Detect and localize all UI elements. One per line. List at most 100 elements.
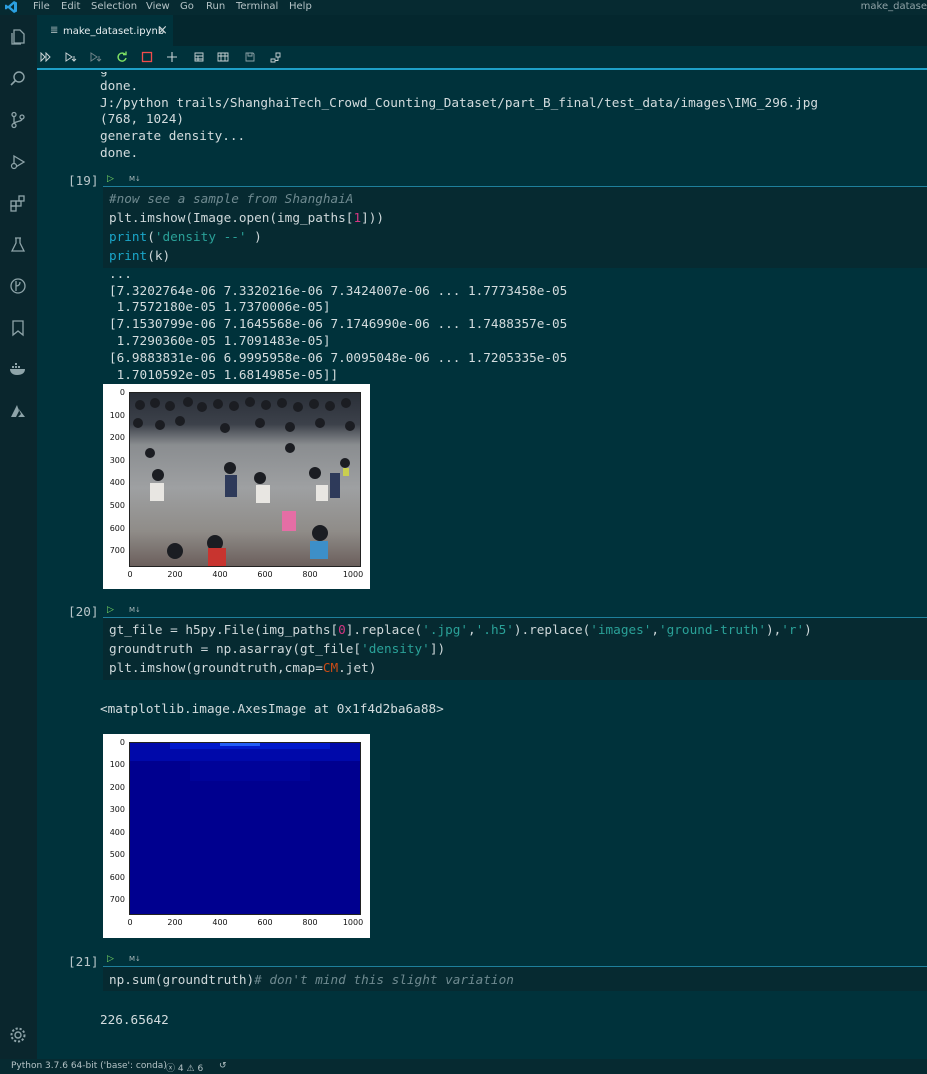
run-above-icon[interactable]	[64, 50, 78, 64]
run-debug-icon[interactable]	[7, 151, 29, 173]
x-tick-label: 200	[167, 918, 183, 927]
x-tick-label: 600	[257, 570, 273, 579]
cell-output-line: <matplotlib.image.AxesImage at 0x1f4d2ba…	[100, 701, 444, 716]
y-tick-label: 0	[119, 388, 125, 397]
menu-terminal[interactable]: Terminal	[236, 1, 278, 12]
code-string: '.jpg'	[422, 622, 469, 637]
menu-file[interactable]: File	[33, 1, 50, 12]
cell-toolbar: ▷ M↓	[107, 605, 927, 617]
code-number: 1	[353, 210, 362, 225]
x-tick-label: 400	[212, 570, 228, 579]
run-cell-icon[interactable]: ▷	[107, 174, 114, 184]
code-token: plt.imshow(groundtruth,cmap=	[109, 660, 323, 675]
code-line: np.sum(groundtruth)# don't mind this sli…	[109, 971, 514, 988]
variables-icon[interactable]	[192, 50, 206, 64]
cell-execution-count: [21]	[68, 954, 99, 969]
cell-output-line: ...	[109, 266, 132, 281]
run-all-icon[interactable]	[39, 50, 53, 64]
menu-run[interactable]: Run	[206, 1, 225, 12]
tab-label: make_dataset.ipynb	[63, 26, 165, 37]
testing-flask-icon[interactable]	[7, 234, 29, 256]
code-token: .jet)	[338, 660, 377, 675]
status-bar: Python 3.7.6 64-bit ('base': conda) ⓧ 4 …	[0, 1059, 927, 1074]
source-control-icon[interactable]	[7, 109, 29, 131]
x-tick-label: 400	[212, 918, 228, 927]
code-string: 'r'	[781, 622, 805, 637]
code-line: groundtruth = np.asarray(gt_file['densit…	[109, 640, 445, 657]
vscode-window: File Edit Selection View Go Run Terminal…	[0, 0, 927, 1074]
x-tick-label: 0	[127, 570, 133, 579]
explorer-icon[interactable]	[7, 26, 29, 48]
code-line: print('density --' )	[109, 228, 262, 245]
menu-edit[interactable]: Edit	[61, 1, 80, 12]
history-icon[interactable]: ↺	[219, 1061, 227, 1071]
azure-icon[interactable]	[7, 400, 29, 422]
code-keyword: print	[109, 229, 148, 244]
code-line: gt_file = h5py.File(img_paths[0].replace…	[109, 621, 812, 638]
code-comment: #now see a sample from ShanghaiA	[109, 191, 354, 206]
notebook-file-icon: ≣	[50, 25, 59, 36]
close-tab-icon[interactable]: ×	[157, 23, 168, 38]
code-identifier: CM	[322, 660, 339, 675]
menu-selection[interactable]: Selection	[91, 1, 137, 12]
x-tick-label: 0	[127, 918, 133, 927]
markdown-toggle[interactable]: M↓	[129, 175, 141, 183]
cell-toolbar: ▷ M↓	[107, 174, 927, 186]
code-cell-20[interactable]: gt_file = h5py.File(img_paths[0].replace…	[103, 617, 927, 680]
save-icon[interactable]	[243, 50, 257, 64]
cell-output-line: 1.7572180e-05 1.7370006e-05]	[109, 299, 331, 314]
markdown-toggle[interactable]: M↓	[129, 606, 141, 614]
code-cell-19[interactable]: #now see a sample from ShanghaiA plt.ims…	[103, 186, 927, 268]
search-icon[interactable]	[7, 68, 29, 90]
x-tick-label: 600	[257, 918, 273, 927]
problems-indicator[interactable]: ⓧ 4 ⚠ 6	[166, 1061, 203, 1074]
run-cell-icon[interactable]: ▷	[107, 954, 114, 964]
x-tick-label: 800	[302, 570, 318, 579]
y-tick-label: 100	[109, 760, 125, 769]
error-icon: ⓧ	[166, 1064, 176, 1074]
extensions-icon[interactable]	[7, 192, 29, 214]
tab-make-dataset[interactable]: ≣ make_dataset.ipynb ×	[37, 15, 173, 46]
y-tick-label: 200	[109, 783, 125, 792]
warning-count: 6	[197, 1064, 204, 1074]
cell-output-line: [7.3202764e-06 7.3320216e-06 7.3424007e-…	[109, 283, 568, 298]
code-line: print(k)	[109, 247, 170, 264]
menu-help[interactable]: Help	[289, 1, 312, 12]
menu-view[interactable]: View	[146, 1, 170, 12]
code-number: 0	[338, 622, 346, 637]
add-cell-icon[interactable]	[165, 50, 179, 64]
cell-output-line: 226.65642	[100, 1012, 169, 1027]
docker-icon[interactable]	[7, 358, 29, 380]
cell-output-line: 1.7290360e-05 1.7091483e-05]	[109, 333, 331, 348]
cell-toolbar: ▷ M↓	[107, 954, 927, 966]
code-token: ]))	[361, 210, 384, 225]
code-cell-21[interactable]: np.sum(groundtruth)# don't mind this sli…	[103, 966, 927, 991]
run-below-icon[interactable]	[89, 50, 103, 64]
python-interpreter[interactable]: Python 3.7.6 64-bit ('base': conda)	[11, 1061, 167, 1071]
bookmark-icon[interactable]	[7, 317, 29, 339]
code-token: )	[804, 622, 812, 637]
cell-output-line: [6.9883831e-06 6.9995958e-06 7.0095048e-…	[109, 350, 568, 365]
markdown-toggle[interactable]: M↓	[129, 955, 141, 963]
activity-bar	[0, 15, 37, 1059]
code-token: (	[147, 229, 155, 244]
restart-kernel-icon[interactable]	[115, 50, 129, 64]
y-tick-label: 700	[109, 895, 125, 904]
code-token: gt_file = h5py.File(img_paths[	[109, 622, 339, 637]
prev-output-line: J:/python trails/ShanghaiTech_Crowd_Coun…	[100, 95, 819, 110]
code-line: plt.imshow(groundtruth,cmap=CM.jet)	[109, 659, 376, 676]
run-cell-icon[interactable]: ▷	[107, 605, 114, 615]
warning-icon: ⚠	[186, 1064, 195, 1074]
data-viewer-icon[interactable]	[216, 50, 230, 64]
prev-output-line: done.	[100, 78, 139, 93]
vscode-logo-icon	[5, 1, 17, 16]
notebook-editor[interactable]: g done. J:/python trails/ShanghaiTech_Cr…	[37, 72, 927, 1059]
code-token: plt.imshow(Image.open(img_paths[	[109, 210, 354, 225]
y-tick-label: 300	[109, 456, 125, 465]
settings-gear-icon[interactable]	[7, 1024, 29, 1046]
export-icon[interactable]	[268, 50, 282, 64]
menu-go[interactable]: Go	[180, 1, 194, 12]
y-tick-label: 100	[109, 411, 125, 420]
interrupt-kernel-icon[interactable]	[140, 50, 154, 64]
git-lens-icon[interactable]	[7, 275, 29, 297]
